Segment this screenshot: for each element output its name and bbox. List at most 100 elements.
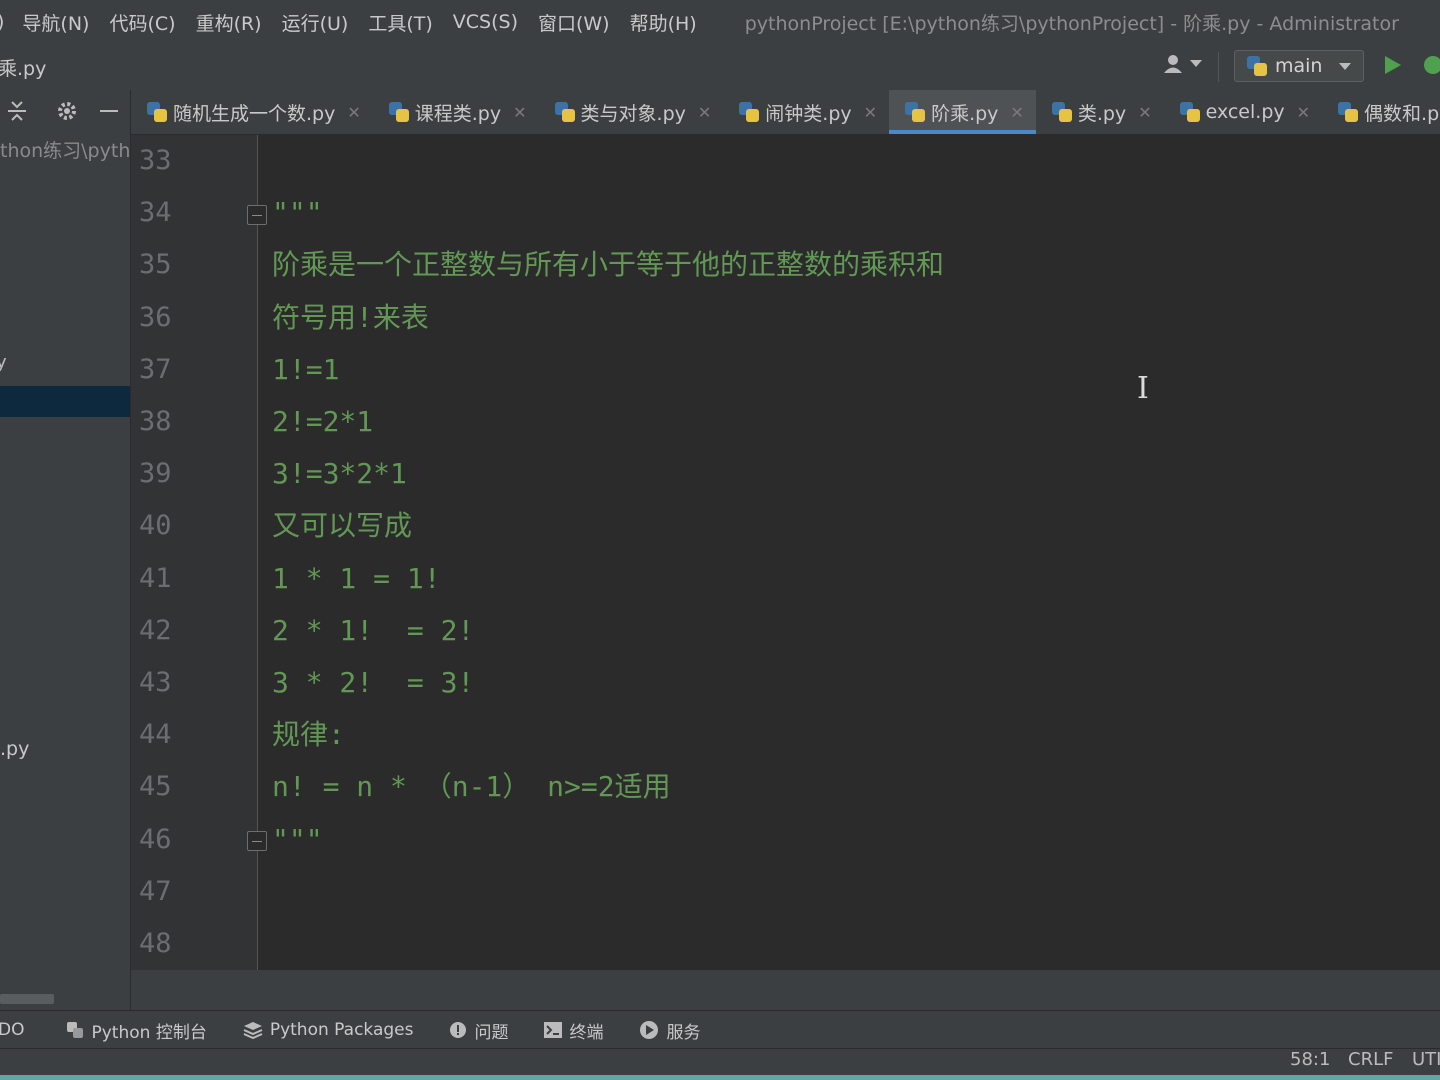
line-number: 33 bbox=[139, 145, 172, 176]
line-number: 35 bbox=[139, 249, 172, 281]
menu-run[interactable]: 运行(U) bbox=[272, 9, 359, 36]
tab-class-object[interactable]: 类与对象.py ✕ bbox=[539, 90, 724, 134]
text-cursor-icon: I bbox=[1137, 371, 1149, 406]
debug-icon[interactable] bbox=[1424, 56, 1440, 74]
tool-window-label: 服务 bbox=[666, 1022, 701, 1043]
tab-random-number[interactable]: 随机生成一个数.py ✕ bbox=[131, 90, 373, 134]
tab-even-sum[interactable]: 偶数和.py bbox=[1322, 90, 1440, 134]
code-line[interactable]: 3!=3*2*1 bbox=[272, 448, 407, 500]
tool-window-terminal[interactable]: 终端 bbox=[544, 1018, 603, 1043]
run-config-label: main bbox=[1275, 55, 1323, 77]
code-line[interactable]: 1!=1 bbox=[272, 344, 339, 396]
python-file-icon bbox=[388, 102, 409, 122]
tab-label: 类.py bbox=[1077, 102, 1127, 125]
horizontal-scrollbar[interactable] bbox=[0, 994, 54, 1004]
close-icon[interactable]: ✕ bbox=[1138, 103, 1151, 122]
close-icon[interactable]: ✕ bbox=[347, 103, 360, 122]
line-ending[interactable]: CRLF bbox=[1348, 1049, 1393, 1070]
menu-bar: ) 导航(N) 代码(C) 重构(R) 运行(U) 工具(T) VCS(S) 窗… bbox=[0, 0, 1440, 44]
tree-item-file[interactable]: .py bbox=[0, 738, 29, 760]
python-file-icon bbox=[1179, 102, 1200, 122]
code-line[interactable]: """ bbox=[272, 187, 323, 239]
menu-refactor[interactable]: 重构(R) bbox=[186, 9, 272, 36]
tab-label: 偶数和.py bbox=[1364, 102, 1440, 125]
code-line[interactable]: 规律: bbox=[272, 709, 345, 761]
tab-class[interactable]: 类.py ✕ bbox=[1036, 90, 1164, 134]
window-title: pythonProject [E:\python练习\pythonProject… bbox=[744, 12, 1399, 35]
navigation-bar: 乘.py main bbox=[0, 44, 1440, 91]
tool-window-problems[interactable]: 问题 bbox=[449, 1018, 508, 1043]
tab-excel[interactable]: excel.py ✕ bbox=[1164, 90, 1322, 134]
code-line[interactable]: 1 * 1 = 1! bbox=[272, 553, 441, 605]
tab-course-class[interactable]: 课程类.py ✕ bbox=[373, 90, 539, 134]
collapse-all-icon[interactable] bbox=[6, 100, 28, 122]
minimize-icon[interactable] bbox=[98, 100, 120, 122]
code-line[interactable]: 符号用!来表 bbox=[272, 292, 429, 344]
tab-label: 课程类.py bbox=[414, 102, 502, 125]
menu-help[interactable]: 帮助(H) bbox=[620, 9, 707, 36]
code-line[interactable]: 阶乘是一个正整数与所有小于等于他的正整数的乘积和 bbox=[272, 239, 944, 291]
fold-marker-icon[interactable] bbox=[247, 831, 267, 851]
file-encoding[interactable]: UTI bbox=[1412, 1049, 1440, 1070]
gear-icon[interactable] bbox=[56, 100, 78, 122]
line-number: 38 bbox=[139, 406, 172, 437]
line-number: 40 bbox=[139, 510, 172, 542]
code-line[interactable]: 2 * 1! = 2! bbox=[272, 605, 474, 657]
code-line[interactable]: n! = n * （n-1） n>=2适用 bbox=[272, 761, 671, 813]
python-file-icon bbox=[1051, 102, 1072, 122]
line-number: 44 bbox=[139, 719, 172, 751]
close-icon[interactable]: ✕ bbox=[698, 103, 711, 122]
breadcrumb-file[interactable]: 乘.py bbox=[0, 54, 46, 81]
menu-code[interactable]: 代码(C) bbox=[99, 9, 185, 36]
bottom-accent-strip bbox=[0, 1075, 1440, 1080]
tab-label: 类与对象.py bbox=[580, 102, 686, 125]
close-icon[interactable]: ✕ bbox=[864, 103, 877, 122]
tab-label: 闹钟类.py bbox=[765, 102, 852, 125]
code-line[interactable]: 2!=2*1 bbox=[272, 396, 373, 448]
fold-marker-icon[interactable] bbox=[247, 205, 267, 225]
run-config-selector[interactable]: main bbox=[1234, 50, 1364, 82]
close-icon[interactable]: ✕ bbox=[1010, 103, 1023, 122]
close-icon[interactable]: ✕ bbox=[1297, 103, 1310, 122]
caret-position[interactable]: 58:1 bbox=[1290, 1049, 1330, 1070]
tab-label: 随机生成一个数.py bbox=[173, 102, 336, 125]
project-path: thon练习\pyth bbox=[0, 140, 131, 162]
menu-navigate[interactable]: 导航(N) bbox=[12, 9, 99, 36]
tab-alarm-class[interactable]: 闹钟类.py ✕ bbox=[723, 90, 889, 134]
line-number: 46 bbox=[139, 823, 172, 855]
code-line[interactable]: 又可以写成 bbox=[272, 500, 412, 552]
code-editor[interactable]: 33 34 """ 35 阶乘是一个正整数与所有小于等于他的正整数的乘积和 36 符号用!来… bbox=[131, 135, 1440, 970]
tool-window-bar: DO Python 控制台 Python Packages 问题 终端 服务 bbox=[0, 1010, 1440, 1049]
line-number: 47 bbox=[139, 875, 172, 907]
tool-window-python-packages[interactable]: Python Packages bbox=[243, 1020, 413, 1040]
code-line[interactable]: """ bbox=[272, 814, 323, 866]
tool-window-label: 终端 bbox=[569, 1022, 604, 1043]
tool-window-todo[interactable]: DO bbox=[0, 1020, 24, 1040]
tab-label: excel.py bbox=[1205, 101, 1285, 123]
line-number: 37 bbox=[139, 353, 172, 385]
python-file-icon bbox=[554, 102, 575, 122]
tree-item-selected[interactable] bbox=[0, 386, 130, 417]
project-panel: thon练习\pyth y .py bbox=[0, 90, 131, 1010]
tool-window-label: 问题 bbox=[474, 1022, 509, 1043]
tree-item-fragment[interactable]: y bbox=[0, 352, 7, 373]
tool-window-python-console[interactable]: Python 控制台 bbox=[66, 1018, 207, 1043]
editor-tab-bar: 随机生成一个数.py ✕ 课程类.py ✕ 类与对象.py ✕ 闹钟类.py ✕… bbox=[131, 90, 1440, 135]
line-number: 45 bbox=[139, 771, 172, 803]
run-icon[interactable] bbox=[1385, 56, 1401, 74]
close-icon[interactable]: ✕ bbox=[513, 103, 526, 122]
chevron-down-icon bbox=[1339, 63, 1351, 70]
menu-tools[interactable]: 工具(T) bbox=[358, 9, 442, 36]
python-file-icon bbox=[905, 102, 926, 122]
python-file-icon bbox=[147, 102, 167, 122]
tool-window-services[interactable]: 服务 bbox=[639, 1018, 700, 1043]
chevron-down-icon bbox=[1190, 60, 1202, 67]
tab-factorial[interactable]: 阶乘.py ✕ bbox=[889, 90, 1036, 134]
line-number: 48 bbox=[139, 928, 172, 959]
menu-window[interactable]: 窗口(W) bbox=[528, 9, 620, 36]
services-icon bbox=[640, 1021, 659, 1039]
python-file-icon bbox=[1338, 102, 1359, 122]
code-line[interactable]: 3 * 2! = 3! bbox=[272, 657, 474, 709]
user-menu-button[interactable] bbox=[1164, 54, 1202, 74]
menu-vcs[interactable]: VCS(S) bbox=[443, 11, 528, 33]
